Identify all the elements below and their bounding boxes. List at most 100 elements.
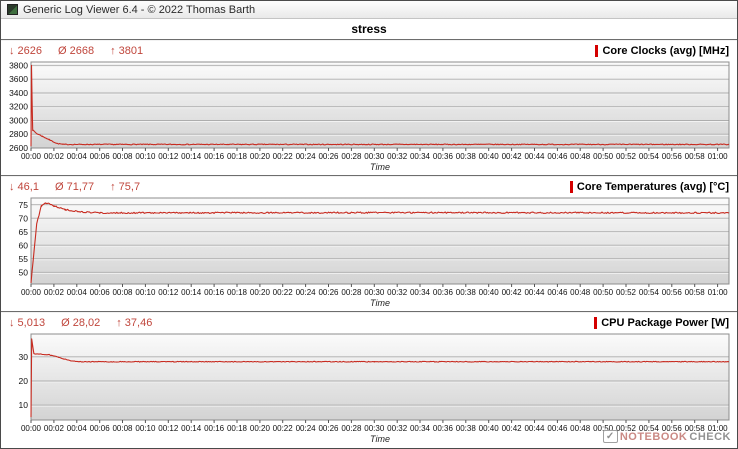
svg-text:60: 60: [19, 240, 29, 250]
svg-text:00:44: 00:44: [524, 288, 545, 297]
svg-text:75: 75: [19, 200, 29, 210]
svg-text:00:48: 00:48: [570, 424, 591, 433]
svg-text:70: 70: [19, 213, 29, 223]
generic-log-viewer-window: Generic Log Viewer 6.4 - © 2022 Thomas B…: [0, 0, 738, 449]
svg-text:00:14: 00:14: [181, 152, 202, 161]
svg-text:00:00: 00:00: [21, 424, 42, 433]
svg-text:65: 65: [19, 227, 29, 237]
svg-text:00:16: 00:16: [204, 288, 225, 297]
svg-text:00:28: 00:28: [341, 424, 362, 433]
svg-text:01:00: 01:00: [708, 424, 729, 433]
svg-text:00:06: 00:06: [90, 152, 111, 161]
legend-color-bar: [595, 45, 598, 57]
core-temperatures-chart-plot[interactable]: 50556065707500:0000:0200:0400:0600:0800:…: [1, 195, 738, 310]
svg-text:00:04: 00:04: [67, 424, 88, 433]
svg-text:3800: 3800: [9, 60, 28, 70]
stats-row: ↓ 2626 Ø 2668 ↑ 3801 Core Clocks (avg) […: [1, 42, 737, 59]
svg-text:00:26: 00:26: [318, 424, 339, 433]
svg-text:00:26: 00:26: [318, 288, 339, 297]
min-stat: ↓ 5,013: [9, 317, 45, 329]
svg-text:00:40: 00:40: [479, 424, 500, 433]
svg-text:00:32: 00:32: [387, 424, 408, 433]
svg-text:00:54: 00:54: [639, 288, 660, 297]
svg-text:30: 30: [19, 352, 29, 362]
avg-stat: Ø 71,77: [55, 181, 94, 193]
min-stat: ↓ 2626: [9, 45, 42, 57]
svg-text:00:20: 00:20: [250, 288, 271, 297]
svg-text:Time: Time: [370, 162, 390, 172]
svg-text:00:04: 00:04: [67, 288, 88, 297]
chart-section-core-clocks: ↓ 2626 Ø 2668 ↑ 3801 Core Clocks (avg) […: [1, 41, 737, 175]
svg-text:00:02: 00:02: [44, 288, 65, 297]
svg-text:00:24: 00:24: [296, 152, 317, 161]
chart-title: CPU Package Power [W]: [601, 317, 729, 329]
svg-text:3400: 3400: [9, 88, 28, 98]
chart-section-cpu-package-power: ↓ 5,013 Ø 28,02 ↑ 37,46 CPU Package Powe…: [1, 313, 737, 447]
window-title: Generic Log Viewer 6.4 - © 2022 Thomas B…: [23, 4, 255, 16]
svg-text:00:28: 00:28: [341, 152, 362, 161]
min-stat: ↓ 46,1: [9, 181, 39, 193]
svg-text:00:08: 00:08: [112, 424, 133, 433]
svg-text:00:34: 00:34: [410, 424, 431, 433]
svg-text:00:36: 00:36: [433, 152, 454, 161]
legend-color-bar: [594, 317, 597, 329]
svg-text:00:00: 00:00: [21, 152, 42, 161]
svg-text:00:46: 00:46: [547, 424, 568, 433]
svg-text:00:38: 00:38: [456, 152, 477, 161]
svg-text:00:42: 00:42: [502, 288, 523, 297]
svg-text:00:22: 00:22: [273, 424, 294, 433]
svg-text:00:06: 00:06: [90, 288, 111, 297]
svg-text:00:06: 00:06: [90, 424, 111, 433]
svg-text:00:24: 00:24: [296, 288, 317, 297]
svg-text:00:24: 00:24: [296, 424, 317, 433]
svg-text:00:48: 00:48: [570, 152, 591, 161]
svg-text:00:56: 00:56: [662, 288, 683, 297]
svg-text:00:42: 00:42: [502, 152, 523, 161]
svg-text:01:00: 01:00: [708, 288, 729, 297]
chart-legend: CPU Package Power [W]: [594, 317, 729, 329]
svg-text:00:12: 00:12: [158, 288, 179, 297]
max-stat: ↑ 3801: [110, 45, 143, 57]
svg-text:00:16: 00:16: [204, 152, 225, 161]
avg-stat: Ø 2668: [58, 45, 94, 57]
svg-text:00:54: 00:54: [639, 424, 660, 433]
legend-color-bar: [570, 181, 573, 193]
avg-stat: Ø 28,02: [61, 317, 100, 329]
core-clocks-chart-plot[interactable]: 260028003000320034003600380000:0000:0200…: [1, 59, 738, 174]
chart-title: Core Clocks (avg) [MHz]: [602, 45, 729, 57]
svg-text:00:10: 00:10: [135, 288, 156, 297]
svg-text:00:58: 00:58: [685, 152, 706, 161]
svg-text:00:08: 00:08: [112, 288, 133, 297]
svg-text:00:58: 00:58: [685, 288, 706, 297]
chart-section-core-temperatures: ↓ 46,1 Ø 71,77 ↑ 75,7 Core Temperatures …: [1, 177, 737, 311]
svg-text:00:02: 00:02: [44, 152, 65, 161]
svg-text:00:32: 00:32: [387, 288, 408, 297]
svg-text:00:26: 00:26: [318, 152, 339, 161]
cpu-package-power-chart-plot[interactable]: 10203000:0000:0200:0400:0600:0800:1000:1…: [1, 331, 738, 446]
svg-text:00:10: 00:10: [135, 424, 156, 433]
svg-text:00:58: 00:58: [685, 424, 706, 433]
svg-text:00:30: 00:30: [364, 288, 385, 297]
svg-text:00:16: 00:16: [204, 424, 225, 433]
svg-text:00:08: 00:08: [112, 152, 133, 161]
svg-text:00:40: 00:40: [479, 152, 500, 161]
svg-text:00:46: 00:46: [547, 152, 568, 161]
svg-text:00:14: 00:14: [181, 424, 202, 433]
svg-text:00:22: 00:22: [273, 152, 294, 161]
svg-text:50: 50: [19, 267, 29, 277]
chart-legend: Core Clocks (avg) [MHz]: [595, 45, 729, 57]
svg-text:00:22: 00:22: [273, 288, 294, 297]
svg-text:00:38: 00:38: [456, 424, 477, 433]
svg-text:00:52: 00:52: [616, 152, 637, 161]
title-bar[interactable]: Generic Log Viewer 6.4 - © 2022 Thomas B…: [1, 1, 737, 19]
svg-text:Time: Time: [370, 434, 390, 444]
svg-text:00:44: 00:44: [524, 152, 545, 161]
svg-text:00:52: 00:52: [616, 288, 637, 297]
svg-text:00:44: 00:44: [524, 424, 545, 433]
svg-text:00:12: 00:12: [158, 152, 179, 161]
svg-text:00:18: 00:18: [227, 288, 248, 297]
chart-legend: Core Temperatures (avg) [°C]: [570, 181, 729, 193]
svg-text:00:34: 00:34: [410, 288, 431, 297]
svg-text:00:30: 00:30: [364, 152, 385, 161]
svg-text:00:36: 00:36: [433, 424, 454, 433]
